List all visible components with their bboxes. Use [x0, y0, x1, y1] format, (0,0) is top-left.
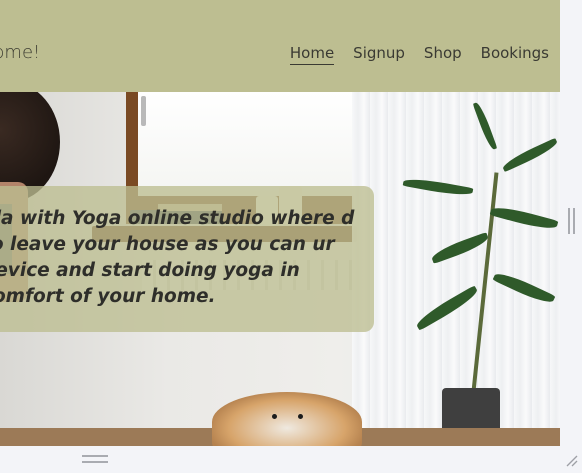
window-handle: [141, 96, 146, 126]
main-nav: Home Signup Shop Bookings: [289, 44, 549, 65]
hero-caption-text: ola with Yoga online studio where d to l…: [0, 208, 355, 307]
horizontal-splitter-grip-icon[interactable]: [82, 455, 108, 463]
dog-eye: [272, 414, 277, 419]
vertical-splitter-grip-icon[interactable]: [568, 208, 575, 234]
nav-bookings-link[interactable]: Bookings: [481, 44, 549, 65]
dog: [212, 392, 362, 446]
site-header: home! Home Signup Shop Bookings: [0, 0, 560, 92]
page-viewport: home! Home Signup Shop Bookings: [0, 0, 560, 446]
brand-title: home!: [0, 42, 41, 63]
resize-grip-icon[interactable]: [566, 452, 578, 467]
nav-home-link[interactable]: Home: [289, 44, 335, 65]
vertical-scroll-gutter[interactable]: [560, 0, 582, 473]
nav-signup-link[interactable]: Signup: [353, 44, 405, 65]
dog-eye: [298, 414, 303, 419]
window-glass: [138, 92, 354, 196]
nav-shop-link[interactable]: Shop: [424, 44, 462, 65]
